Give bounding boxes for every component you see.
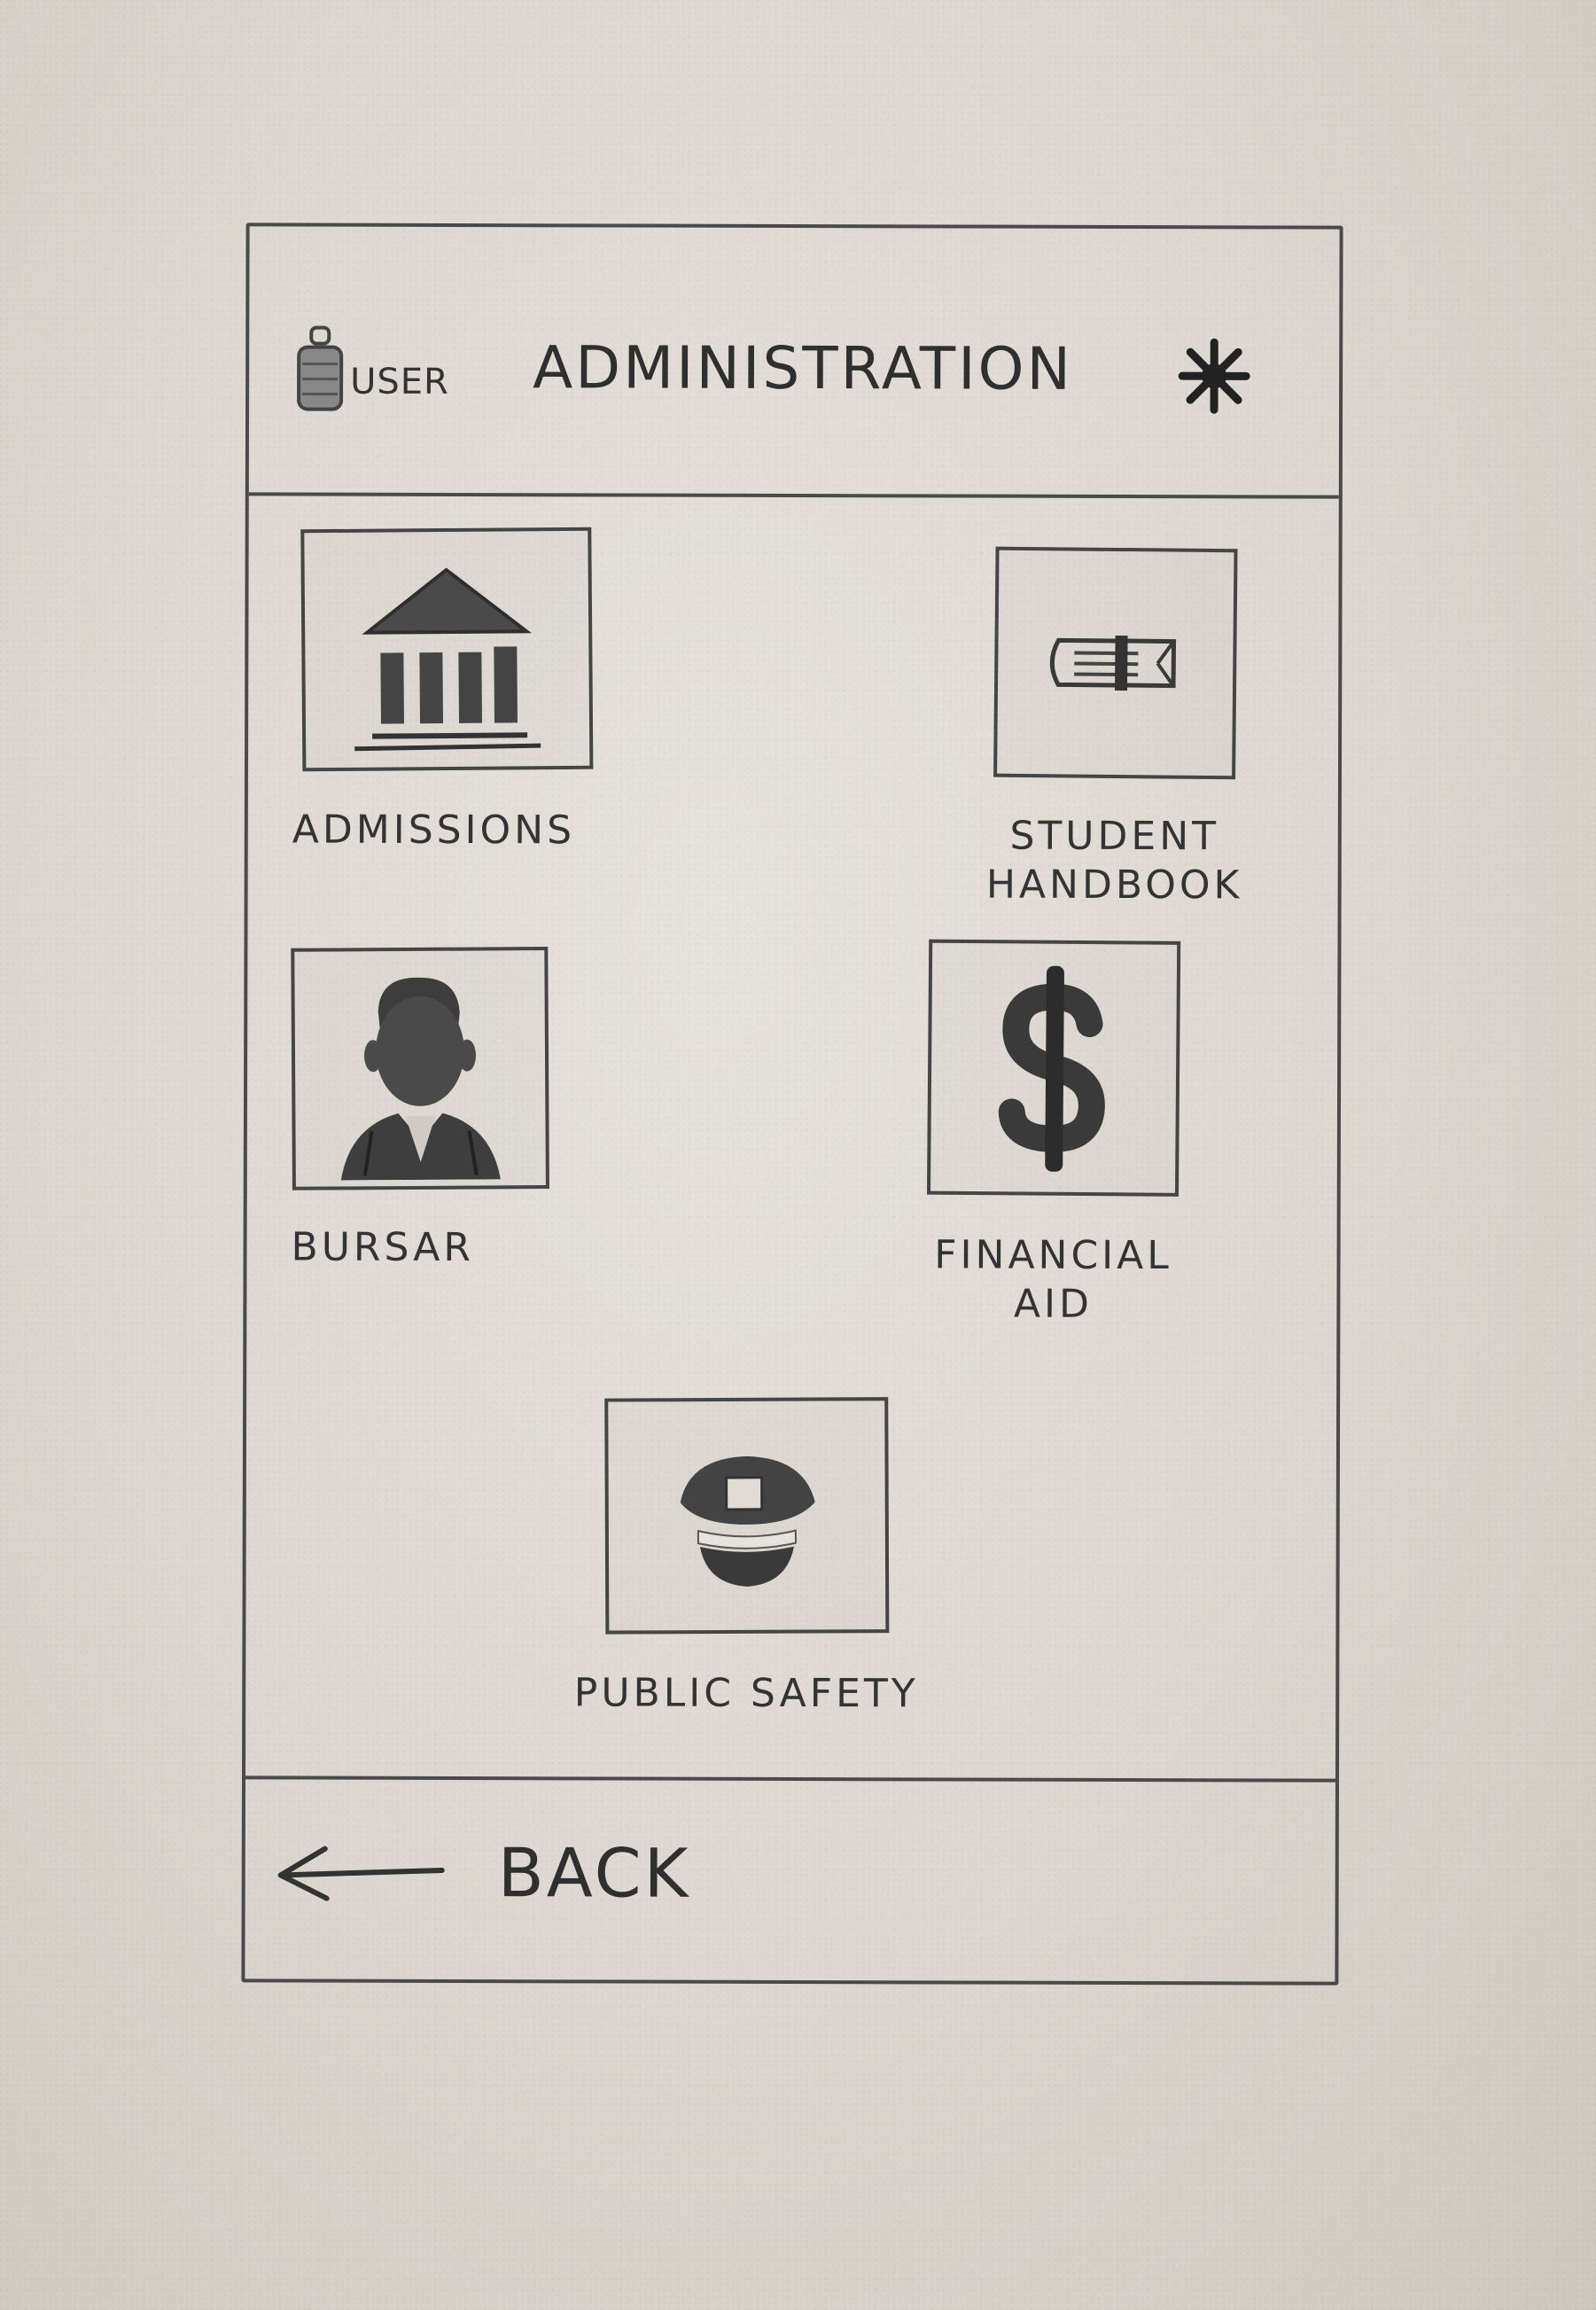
tile-label-public-safety: PUBLIC SAFETY xyxy=(573,1670,919,1717)
tile-label-bursar: BURSAR xyxy=(291,1224,475,1271)
back-button[interactable]: BACK xyxy=(272,1832,691,1913)
tile-label-financial-aid: FINANCIAL AID xyxy=(934,1232,1172,1327)
phone-screen: USER ADMINISTRATION ADMISSIONS STUDENT H… xyxy=(241,222,1343,1986)
user-label: USER xyxy=(350,361,449,402)
tile-bursar[interactable]: BURSAR xyxy=(291,947,549,1273)
building-columns-icon xyxy=(354,566,541,751)
tile-label-admissions: ADMISSIONS xyxy=(292,807,576,854)
back-label: BACK xyxy=(497,1833,691,1913)
book-icon xyxy=(1048,635,1176,691)
user-icon xyxy=(297,325,344,411)
tile-financial-aid[interactable]: FINANCIAL AID xyxy=(902,939,1204,1329)
left-arrow-icon xyxy=(277,1846,445,1901)
police-hat-icon xyxy=(680,1455,815,1587)
dollar-sign-icon xyxy=(998,965,1105,1172)
app-footer: BACK xyxy=(245,1775,1336,1982)
asterisk-settings-icon[interactable] xyxy=(1173,335,1255,417)
page-title: ADMINISTRATION xyxy=(533,333,1074,403)
handbook-icon-box xyxy=(993,546,1238,780)
person-portrait-icon xyxy=(340,977,501,1180)
public-safety-icon-box xyxy=(604,1397,890,1635)
bursar-icon-box xyxy=(291,947,549,1190)
tile-admissions[interactable]: ADMISSIONS xyxy=(292,527,594,855)
admissions-icon-box xyxy=(300,527,594,772)
financial-aid-icon-box xyxy=(926,939,1181,1197)
user-profile[interactable]: USER xyxy=(293,324,449,413)
tile-student-handbook[interactable]: STUDENT HANDBOOK xyxy=(946,546,1284,909)
tile-public-safety[interactable]: PUBLIC SAFETY xyxy=(556,1397,938,1718)
tile-label-student-handbook: STUDENT HANDBOOK xyxy=(985,813,1243,909)
app-header: USER ADMINISTRATION xyxy=(248,226,1340,499)
